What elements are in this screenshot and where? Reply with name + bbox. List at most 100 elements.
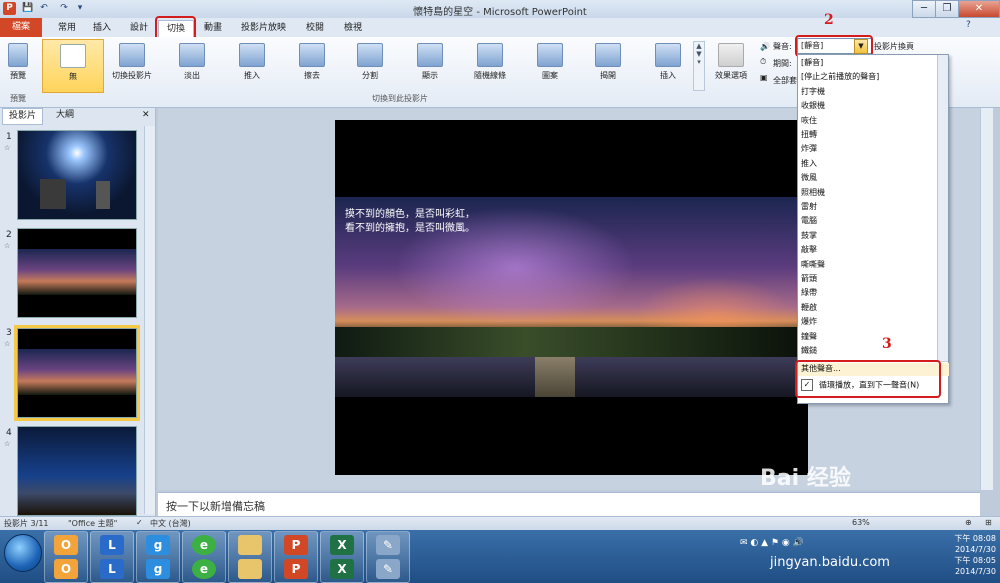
taskbar-paint[interactable]: ✎ ✎ [366, 531, 410, 583]
tab-animations[interactable]: 動畫 [196, 20, 230, 37]
spellcheck-icon[interactable]: ✓ [136, 518, 143, 527]
outlook-icon: O [54, 535, 78, 555]
language-indicator[interactable]: 中文 (台灣) [150, 518, 191, 529]
transition-uncover[interactable]: 揭開 [578, 39, 638, 91]
restore-button[interactable]: ❐ [935, 0, 959, 18]
slide-thumbnail[interactable] [17, 228, 137, 318]
sound-option[interactable]: 打字機 [801, 86, 825, 99]
redo-icon[interactable]: ↷ [58, 2, 70, 14]
sound-option[interactable]: 鐵鎚 [801, 345, 817, 358]
preview-button[interactable]: 預覽 [0, 39, 36, 91]
transition-label: 插入 [660, 71, 676, 80]
powerpoint-icon: P [284, 535, 308, 555]
transition-shape[interactable]: 圖案 [520, 39, 580, 91]
notes-pane[interactable]: 按一下以新增備忘稿 [158, 492, 980, 517]
help-icon[interactable]: ? [966, 20, 971, 30]
sound-option[interactable]: 鐘聲 [801, 331, 817, 344]
tab-view[interactable]: 檢視 [336, 20, 370, 37]
sound-option[interactable]: 炸彈 [801, 143, 817, 156]
title-bar: P 💾 ↶ ↷ ▾ 懷特島的星空 - Microsoft PowerPoint … [0, 0, 1000, 18]
sound-option[interactable]: 收銀機 [801, 100, 825, 113]
minimize-button[interactable]: ─ [912, 0, 936, 18]
tab-slides[interactable]: 投影片 [2, 108, 44, 125]
transition-random-bars[interactable]: 隨機線條 [460, 39, 520, 91]
sound-option[interactable]: 照相機 [801, 187, 825, 200]
transition-cut[interactable]: 切換投影片 [102, 39, 162, 91]
close-button[interactable]: ✕ [958, 0, 1000, 18]
clock-time: 下午 08:05 [954, 556, 996, 565]
sound-option[interactable]: 箭頭 [801, 273, 817, 286]
fit-slide-icon[interactable]: ⊞ [985, 518, 992, 527]
zoom-in-icon[interactable]: ⊕ [965, 518, 972, 527]
sound-option[interactable]: 扭轉 [801, 129, 817, 142]
sound-dropdown-list: [靜音] [停止之前播放的聲音] 打字機 收銀機咴住 扭轉 炸彈推入 微風照相機 雷射 電腦鼓掌… [797, 54, 949, 404]
gallery-scroll[interactable]: ▲ ▼ ▾ [693, 41, 705, 91]
transition-fade[interactable]: 淡出 [162, 39, 222, 91]
transition-star-icon: ☆ [4, 340, 11, 348]
annotation-number-2: 2 [824, 12, 834, 28]
theme-name: "Office 主題" [68, 519, 118, 528]
thumbnail-ruin [40, 179, 66, 209]
undo-icon[interactable]: ↶ [38, 2, 50, 14]
watermark: Bai 经验 [760, 466, 851, 491]
sound-option[interactable]: 微風 [801, 172, 817, 185]
sound-option[interactable]: 咴住 [801, 115, 817, 128]
stepping-stones [535, 357, 575, 397]
sound-option[interactable]: 雷射 [801, 201, 817, 214]
sound-option[interactable]: 敲擊 [801, 244, 817, 257]
dropdown-scrollbar[interactable] [937, 55, 948, 361]
slides-scrollbar[interactable] [144, 126, 155, 514]
browser-icon: e [192, 535, 216, 555]
tab-outline[interactable]: 大綱 [50, 108, 80, 123]
zoom-level[interactable]: 63% [852, 518, 870, 527]
sound-option[interactable]: 推入 [801, 158, 817, 171]
sound-option[interactable]: [靜音] [801, 57, 823, 70]
effect-options-label: 效果選項 [715, 71, 747, 80]
sound-option[interactable]: 嘶嘶聲 [801, 259, 825, 272]
taskbar-ie[interactable]: ee [182, 531, 226, 583]
taskbar-powerpoint[interactable]: PP [274, 531, 318, 583]
app-icon: g [146, 559, 170, 579]
tab-review[interactable]: 校閱 [298, 20, 332, 37]
sound-option[interactable]: 爆炸 [801, 316, 817, 329]
quick-access-dropdown-icon[interactable]: ▾ [74, 2, 86, 14]
transition-wipe[interactable]: 擦去 [282, 39, 342, 91]
transition-label: 淡出 [184, 71, 200, 80]
slide-thumbnail-selected[interactable] [14, 325, 140, 421]
sound-option[interactable]: 綠帶 [801, 287, 817, 300]
transition-split[interactable]: 分割 [340, 39, 400, 91]
transition-none[interactable]: 無 [42, 39, 104, 93]
folder-icon [238, 559, 262, 579]
sound-option[interactable]: [停止之前播放的聲音] [801, 71, 879, 84]
tab-insert[interactable]: 插入 [85, 20, 119, 37]
tray-icons[interactable]: ✉ ◐ ▲ ⚑ ◉ 🔊 [740, 538, 804, 548]
tab-home[interactable]: 常用 [50, 20, 84, 37]
powerpoint-icon[interactable]: P [3, 2, 16, 15]
clock[interactable]: 下午 08:08 2014/7/30 下午 08:05 2014/7/30 [930, 533, 996, 577]
sound-option[interactable]: 鞭啟 [801, 302, 817, 315]
annotation-box-3 [795, 360, 941, 398]
sound-option[interactable]: 鼓掌 [801, 230, 817, 243]
tab-file[interactable]: 檔案 [0, 18, 42, 37]
sound-option[interactable]: 電腦 [801, 215, 817, 228]
effect-options-button[interactable]: 效果選項 [708, 39, 754, 91]
transition-push[interactable]: 推入 [222, 39, 282, 91]
save-icon[interactable]: 💾 [22, 2, 34, 14]
close-icon[interactable]: ✕ [142, 110, 150, 120]
slide-canvas[interactable]: 摸不到的顏色，是否叫彩虹， 看不到的擁抱，是否叫微風。 [335, 120, 808, 475]
taskbar-outlook[interactable]: OO [44, 531, 88, 583]
tab-design[interactable]: 設計 [122, 20, 156, 37]
windows-start-button[interactable] [4, 534, 42, 572]
taskbar-app[interactable]: gg [136, 531, 180, 583]
taskbar-excel[interactable]: XX [320, 531, 364, 583]
slide-thumbnail[interactable] [17, 426, 137, 516]
apply-all-button[interactable]: 全部套 [773, 75, 797, 86]
editor-scrollbar[interactable] [980, 108, 993, 490]
transition-cover[interactable]: 插入 [638, 39, 698, 91]
tab-slideshow[interactable]: 投影片放映 [233, 20, 294, 37]
transition-reveal[interactable]: 顯示 [400, 39, 460, 91]
transition-label: 擦去 [304, 71, 320, 80]
taskbar-lync[interactable]: LL [90, 531, 134, 583]
slide-thumbnail[interactable] [17, 130, 137, 220]
taskbar-explorer[interactable] [228, 531, 272, 583]
